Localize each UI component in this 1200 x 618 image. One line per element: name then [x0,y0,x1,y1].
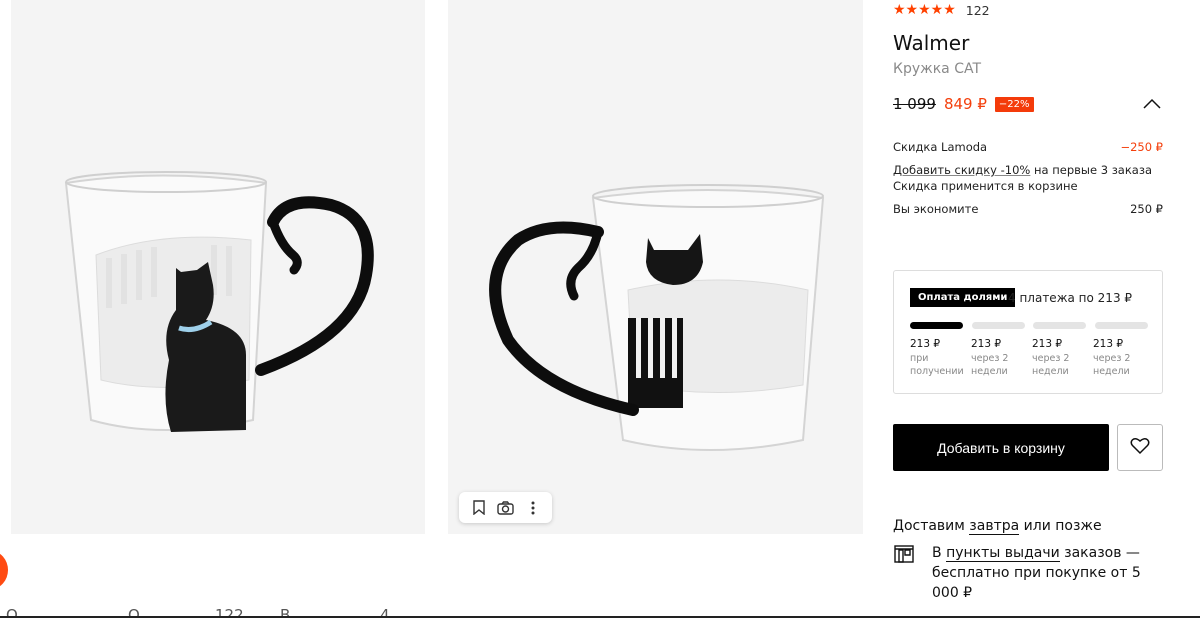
rating-stars: ★★★★★ [893,2,956,18]
lamoda-discount-label: Скидка Lamoda [893,140,988,154]
savings-value: 250 ₽ [1130,202,1163,216]
new-price: 849 ₽ [943,95,987,113]
delivery-title-text: Доставим [893,518,970,534]
add-discount-link[interactable]: Добавить скидку -10% [893,163,1030,177]
payment-when: недели [971,366,1008,377]
payment-when: через 2 [1093,353,1131,364]
lamoda-discount-value: −250 ₽ [1120,140,1163,154]
discount-applied-note: Скидка применится в корзине [893,179,1078,193]
pickup-option: В пункты выдачи заказов — бесплатно при … [893,543,1163,603]
camera-icon[interactable] [495,497,517,519]
mug-image-2 [489,184,825,451]
pickup-point-icon [893,544,915,566]
pickup-text: В пункты выдачи заказов — бесплатно при … [932,543,1142,603]
lamoda-discount-row: Скидка Lamoda −250 ₽ [893,139,1163,155]
savings-row: Вы экономите 250 ₽ [893,201,1163,217]
favorite-button[interactable] [1117,424,1163,471]
payment-bar [1033,322,1087,329]
extra-discount-line: Добавить скидку -10% на первые 3 заказа [893,162,1163,178]
payment-bar [971,322,1025,329]
payment-when: через 2 [971,353,1009,364]
payment-amount: 213 ₽ [971,338,1002,350]
split-payment-progress [910,322,1148,329]
split-payment-badge: Оплата долями [910,288,1016,307]
delivery-title: Доставим завтра или позже [893,518,1102,535]
product-photo-1[interactable] [11,0,425,534]
discount-breakdown: Скидка Lamoda −250 ₽ Добавить скидку -10… [893,139,1163,217]
delivery-title-text: или позже [1019,518,1102,534]
chat-fab[interactable] [0,551,8,589]
delivery-date-link[interactable]: завтра [969,518,1020,535]
savings-label: Вы экономите [893,202,979,216]
old-price: 1 099 [893,95,936,113]
payment-item: 213 ₽ через 2 недели [1032,338,1093,378]
payment-amount: 213 ₽ [1093,338,1124,350]
heart-icon [1130,437,1150,458]
split-payment-card[interactable]: Оплата долями 4 платежа по 213 ₽ 213 ₽ п… [893,270,1163,394]
discount-badge: −22% [994,96,1034,112]
payment-when: недели [1032,366,1069,377]
brand-name[interactable]: Walmer [893,31,969,55]
payment-item: 213 ₽ через 2 недели [971,338,1032,378]
payment-item: 213 ₽ через 2 недели [1093,338,1154,378]
pickup-text-part: В [932,545,947,561]
rating[interactable]: ★★★★★ 122 [893,2,990,18]
product-name: Кружка CAT [893,61,982,77]
price-row: 1 099 849 ₽ −22% [893,95,1163,113]
image-toolbar [459,492,552,523]
bookmark-icon[interactable] [468,497,490,519]
product-photo-2[interactable] [448,0,863,534]
payment-when: при [910,353,929,364]
split-payment-summary: 4 платежа по 213 ₽ [1008,291,1133,305]
pickup-points-link[interactable]: пункты выдачи [946,545,1060,562]
payment-when: недели [1093,366,1130,377]
payment-amount: 213 ₽ [1032,338,1063,350]
split-payment-schedule: 213 ₽ при получении 213 ₽ через 2 недели… [910,338,1154,378]
more-vertical-icon[interactable] [522,497,544,519]
payment-bar [1094,322,1148,329]
rating-count: 122 [965,2,990,18]
payment-bar [910,322,963,329]
payment-item: 213 ₽ при получении [910,338,971,378]
payment-when: получении [910,366,964,377]
mug-image-1 [64,171,374,432]
add-to-cart-button[interactable]: Добавить в корзину [893,424,1109,471]
add-discount-rest: на первые 3 заказа [1030,163,1153,177]
chevron-up-icon[interactable] [1141,95,1163,113]
payment-when: через 2 [1032,353,1070,364]
payment-amount: 213 ₽ [910,338,941,350]
